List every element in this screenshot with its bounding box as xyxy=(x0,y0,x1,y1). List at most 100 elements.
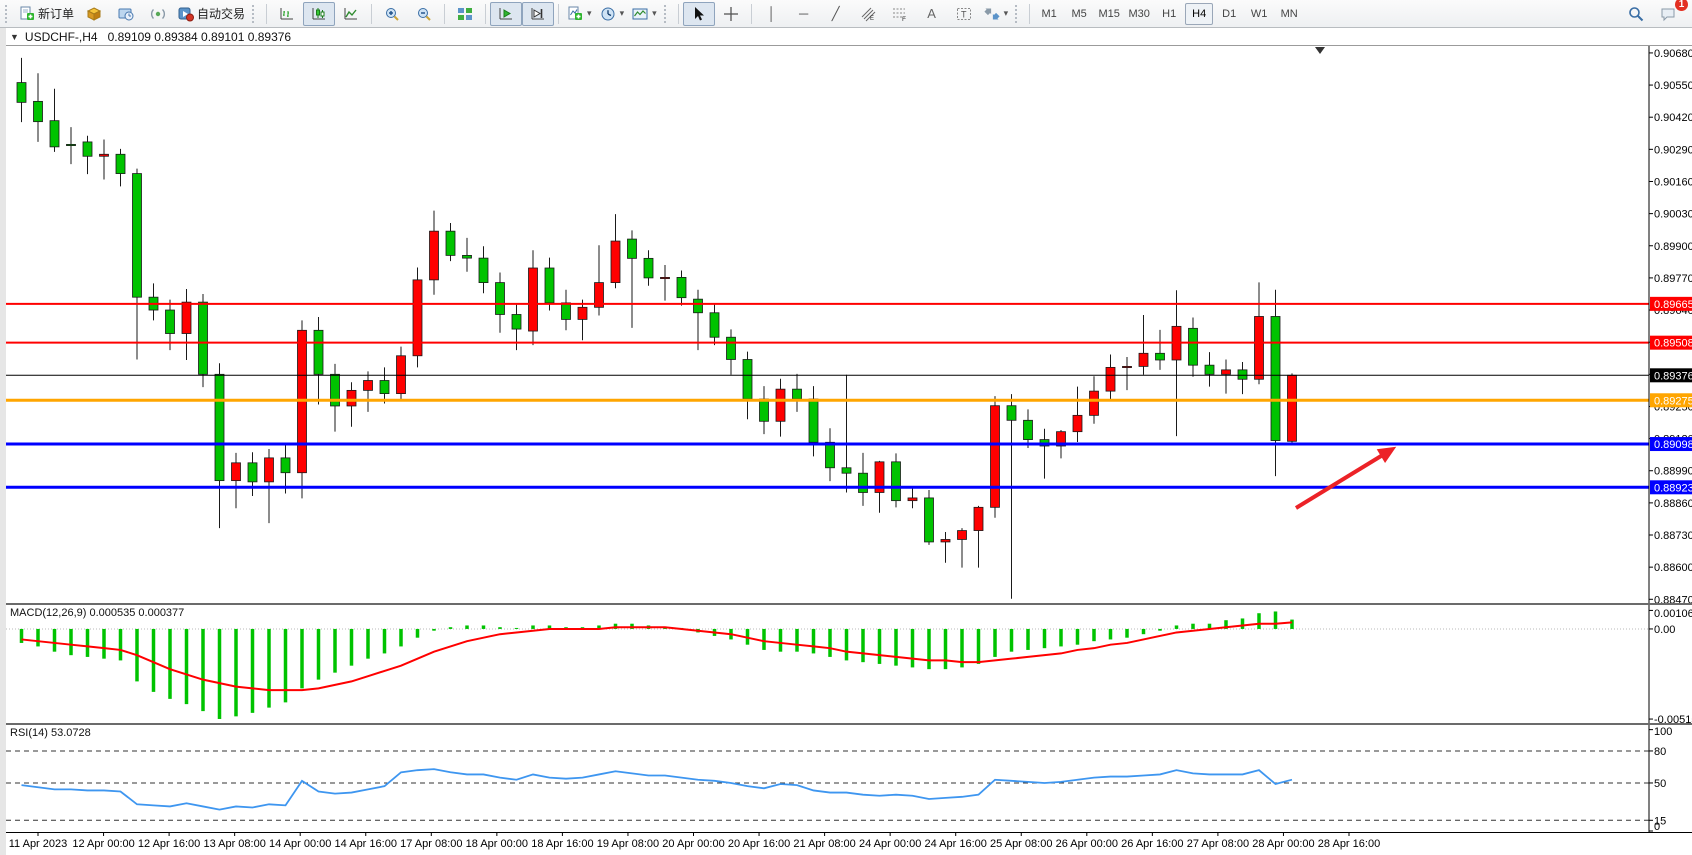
symbol-dropdown-icon[interactable]: ▼ xyxy=(10,32,19,42)
time-tick-label: 11 Apr 2023 xyxy=(9,838,68,850)
macd-signal-line xyxy=(22,622,1293,690)
signals-button[interactable] xyxy=(142,2,174,26)
candles xyxy=(17,58,1297,599)
svg-text:0.89376: 0.89376 xyxy=(1654,370,1692,382)
timeframe-d1[interactable]: D1 xyxy=(1215,3,1243,25)
chart-candles-button[interactable] xyxy=(303,2,335,26)
timeframe-m1[interactable]: M1 xyxy=(1035,3,1063,25)
time-tick-label: 24 Apr 00:00 xyxy=(859,838,921,850)
zoom-in-icon xyxy=(384,6,400,22)
price-tick-label: 0.88990 xyxy=(1654,466,1692,478)
vertical-line-tool[interactable]: │ xyxy=(756,2,788,26)
chart-title-bar[interactable]: ▼ USDCHF-,H4 0.89109 0.89384 0.89101 0.8… xyxy=(6,28,1692,45)
fibonacci-tool[interactable]: F xyxy=(884,2,916,26)
cursor-button[interactable] xyxy=(683,2,715,26)
toolbar-grip[interactable] xyxy=(5,5,12,23)
time-axis-scale[interactable]: 11 Apr 202312 Apr 00:0012 Apr 16:0013 Ap… xyxy=(6,832,1692,855)
timeframe-h4[interactable]: H4 xyxy=(1185,3,1213,25)
new-order-button[interactable]: 新订单 xyxy=(15,2,78,26)
timeframe-m30[interactable]: M30 xyxy=(1125,3,1153,25)
arrows-tool[interactable]: ▾ xyxy=(980,2,1013,26)
toolbar-grip[interactable] xyxy=(1015,5,1022,23)
text-tool[interactable]: A xyxy=(916,2,948,26)
price-tick-label: 0.88600 xyxy=(1654,562,1692,574)
time-tick-label: 28 Apr 00:00 xyxy=(1252,838,1314,850)
rsi-pane[interactable]: RSI(14) 53.0728 1008050150 xyxy=(6,724,1692,833)
tile-windows-button[interactable] xyxy=(449,2,481,26)
bar-chart-icon xyxy=(279,6,295,22)
time-tick-label: 21 Apr 08:00 xyxy=(793,838,855,850)
price-tick-label: 0.90550 xyxy=(1654,80,1692,92)
text-label-tool[interactable]: T xyxy=(948,2,980,26)
svg-text:T: T xyxy=(961,9,967,19)
candlestick-chart[interactable]: 0.906800.905500.904200.902900.901600.900… xyxy=(6,46,1692,603)
macd-pane[interactable]: MACD(12,26,9) 0.000535 0.000377 0.001060… xyxy=(6,604,1692,724)
templates-button[interactable]: ▾ xyxy=(628,2,661,26)
signals-icon xyxy=(150,6,166,22)
notifications-button[interactable]: 1 xyxy=(1652,2,1684,26)
time-tick-label: 27 Apr 08:00 xyxy=(1187,838,1249,850)
auto-trading-button[interactable]: 自动交易 xyxy=(174,2,249,26)
price-tick-label: 0.90420 xyxy=(1654,112,1692,124)
svg-text:0.89275: 0.89275 xyxy=(1654,395,1692,407)
auto-scroll-icon xyxy=(498,6,514,22)
rsi-tick-label: 80 xyxy=(1654,746,1666,758)
trendline-icon: ╱ xyxy=(832,6,840,22)
trendline-tool[interactable]: ╱ xyxy=(820,2,852,26)
price-chart-pane[interactable]: 0.906800.905500.904200.902900.901600.900… xyxy=(6,45,1692,604)
zoom-in-button[interactable] xyxy=(376,2,408,26)
chevron-down-icon: ▾ xyxy=(1004,8,1009,19)
time-tick-label: 13 Apr 08:00 xyxy=(203,838,265,850)
fibonacci-icon: F xyxy=(892,6,908,22)
rsi-chart[interactable]: 1008050150 xyxy=(6,725,1692,832)
time-tick-label: 20 Apr 00:00 xyxy=(662,838,724,850)
market-watch-button[interactable] xyxy=(78,2,110,26)
zoom-out-button[interactable] xyxy=(408,2,440,26)
timeframe-h1[interactable]: H1 xyxy=(1155,3,1183,25)
terminal-button[interactable] xyxy=(110,2,142,26)
hline-icon: ─ xyxy=(799,6,808,21)
crosshair-button[interactable] xyxy=(715,2,747,26)
market-cube-icon xyxy=(86,6,102,22)
rsi-line xyxy=(22,769,1293,810)
trend-arrow-annotation xyxy=(1296,447,1396,508)
timeframe-w1[interactable]: W1 xyxy=(1245,3,1273,25)
time-tick-label: 12 Apr 00:00 xyxy=(72,838,134,850)
channel-tool[interactable]: E xyxy=(852,2,884,26)
time-tick-label: 14 Apr 16:00 xyxy=(335,838,397,850)
timeframe-m5[interactable]: M5 xyxy=(1065,3,1093,25)
chart-shift-button[interactable] xyxy=(522,2,554,26)
time-axis[interactable]: 11 Apr 202312 Apr 00:0012 Apr 16:0013 Ap… xyxy=(6,832,1692,855)
price-tick-label: 0.89900 xyxy=(1654,241,1692,253)
toolbar-grip[interactable] xyxy=(664,5,671,23)
search-button[interactable] xyxy=(1620,2,1652,26)
indicators-button[interactable]: ▾ xyxy=(563,2,596,26)
chart-shift-marker xyxy=(1315,47,1325,54)
chart-line-button[interactable] xyxy=(335,2,367,26)
macd-tick-label: 0.00106 xyxy=(1654,608,1692,620)
new-order-label: 新订单 xyxy=(38,5,74,22)
periods-button[interactable]: ▾ xyxy=(596,2,629,26)
price-tick-label: 0.89770 xyxy=(1654,273,1692,285)
toolbar-grip[interactable] xyxy=(252,5,259,23)
svg-text:0.89508: 0.89508 xyxy=(1654,338,1692,350)
time-tick-label: 18 Apr 16:00 xyxy=(531,838,593,850)
macd-chart[interactable]: 0.001060.00-0.005154 xyxy=(6,605,1692,723)
auto-scroll-button[interactable] xyxy=(490,2,522,26)
timeframe-mn[interactable]: MN xyxy=(1275,3,1303,25)
horizontal-line-tool[interactable]: ─ xyxy=(788,2,820,26)
chart-shift-icon xyxy=(530,6,546,22)
chevron-down-icon: ▾ xyxy=(652,8,657,19)
time-tick-label: 26 Apr 16:00 xyxy=(1121,838,1183,850)
indicators-icon xyxy=(567,6,583,22)
rsi-label: RSI(14) 53.0728 xyxy=(10,727,91,739)
chart-bars-button[interactable] xyxy=(271,2,303,26)
zoom-out-icon xyxy=(416,6,432,22)
svg-text:0.89098: 0.89098 xyxy=(1654,439,1692,451)
chart-window: ▼ USDCHF-,H4 0.89109 0.89384 0.89101 0.8… xyxy=(0,28,1692,855)
toolbar: 新订单 xyxy=(0,0,1692,28)
timeframe-m15[interactable]: M15 xyxy=(1095,3,1123,25)
new-order-icon xyxy=(19,6,35,22)
rsi-tick-label: 100 xyxy=(1654,726,1672,738)
time-tick-label: 19 Apr 08:00 xyxy=(597,838,659,850)
